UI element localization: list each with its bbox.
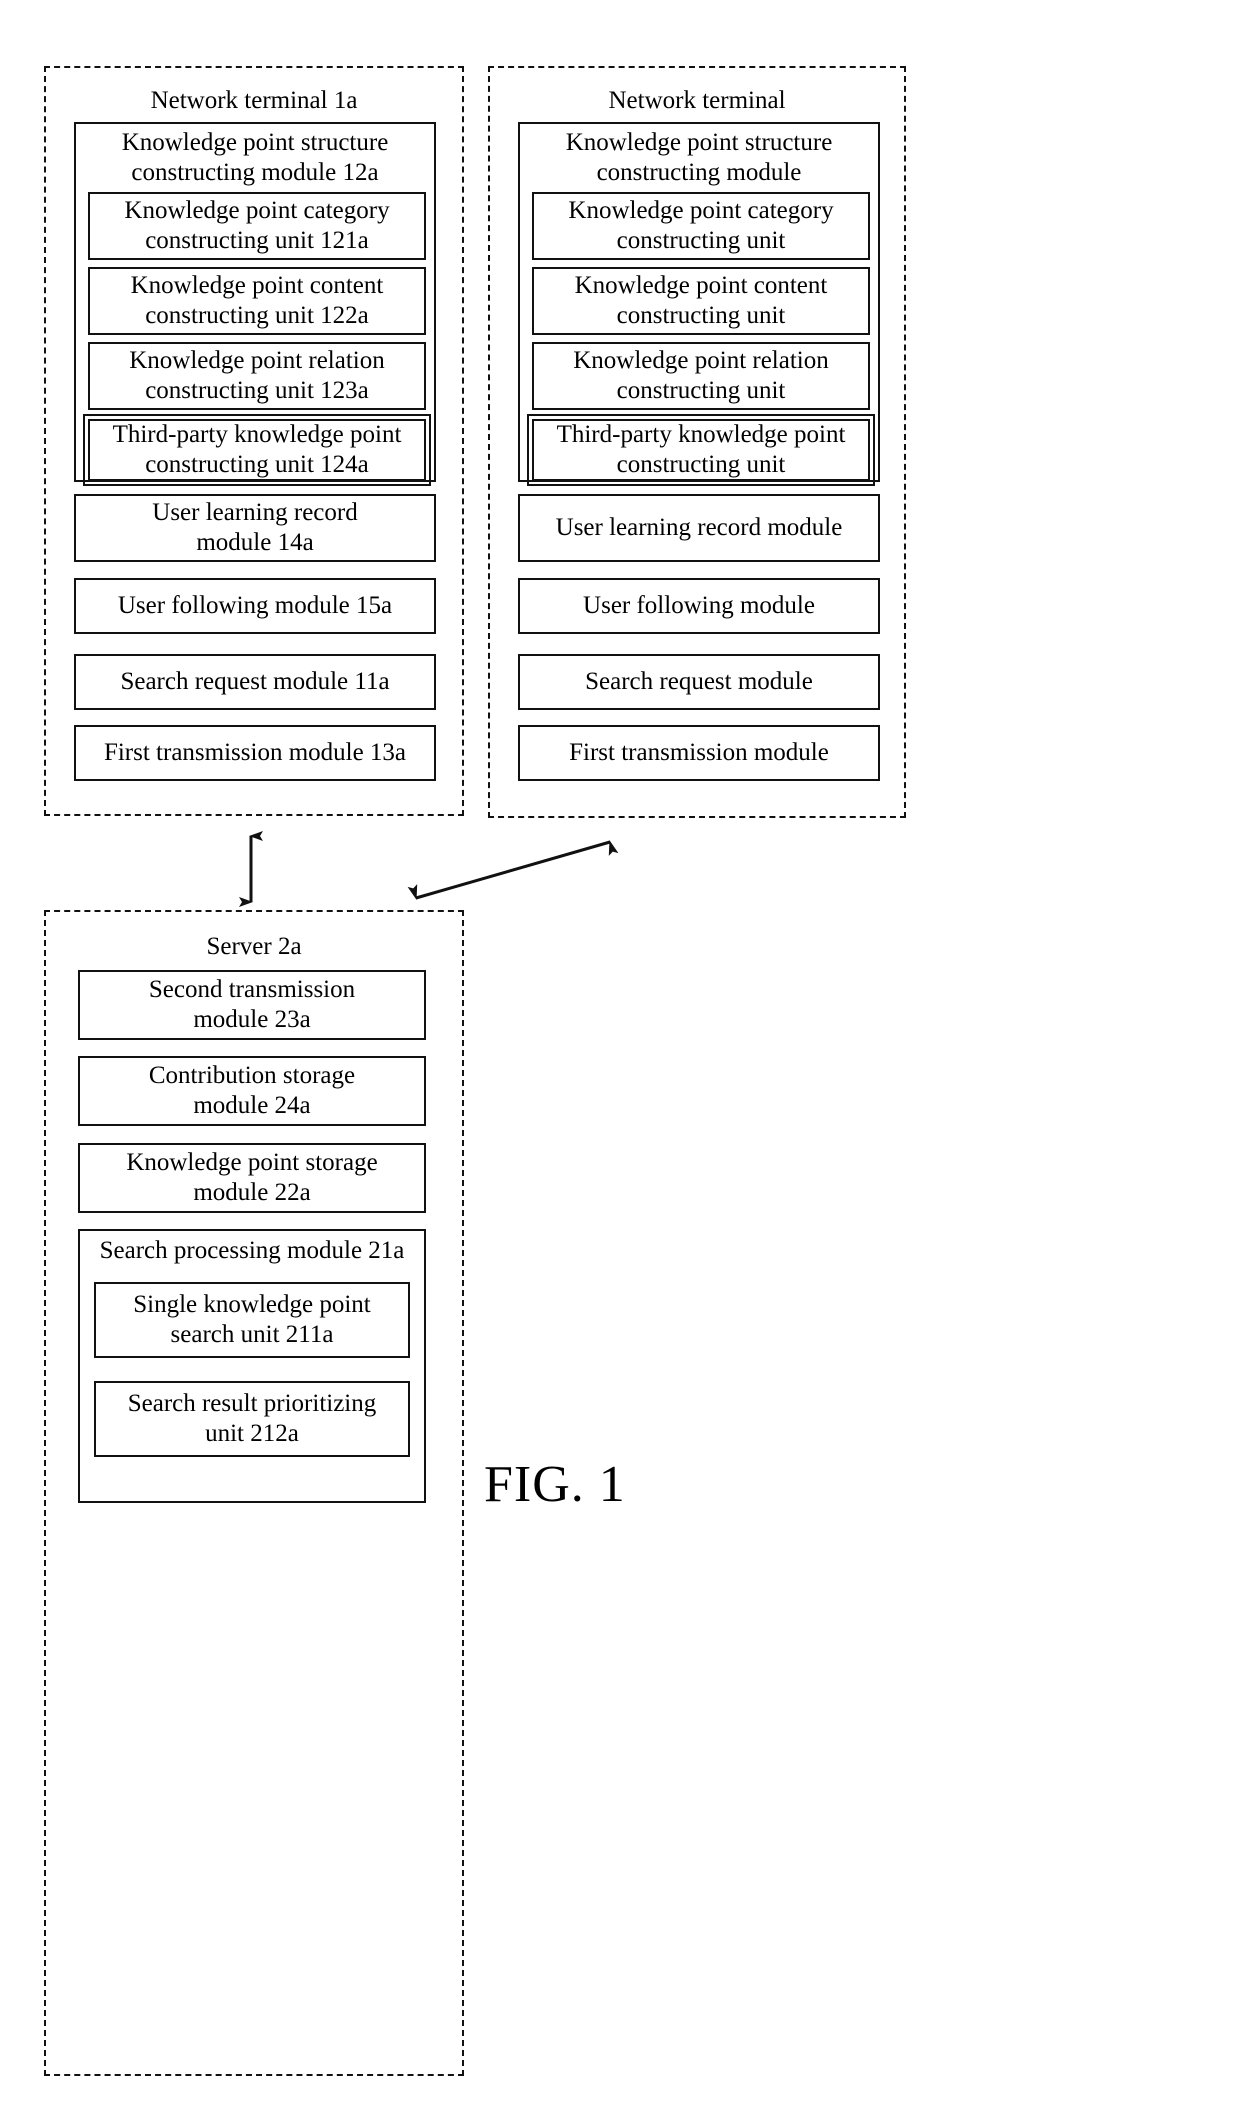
network-terminal-right-title: Network terminal — [608, 87, 786, 114]
search-processing-module-title: Search processing module 21a — [99, 1237, 405, 1264]
second-transmission-module-label: Second transmission module 23a — [148, 976, 356, 1033]
user-learning-record-module-right-label: User learning record module — [555, 514, 843, 541]
search-request-module-right-label: Search request module — [585, 668, 813, 695]
user-following-module-right: User following module — [518, 578, 880, 634]
knowledge-point-storage-module-label: Knowledge point storage module 22a — [126, 1149, 378, 1206]
knowledge-point-category-unit-left: Knowledge point category constructing un… — [88, 192, 426, 260]
double-headed-diagonal-arrow — [407, 840, 619, 900]
knowledge-point-content-unit-right: Knowledge point content constructing uni… — [532, 267, 870, 335]
user-learning-record-module-left: User learning record module 14a — [74, 494, 436, 562]
third-party-knowledge-point-unit-left-label: Third-party knowledge point constructing… — [112, 421, 402, 478]
user-learning-record-module-right: User learning record module — [518, 494, 880, 562]
figure-canvas: Network terminal 1a Knowledge point stru… — [0, 0, 1240, 2124]
knowledge-point-category-unit-right: Knowledge point category constructing un… — [532, 192, 870, 260]
contribution-storage-module-label: Contribution storage module 24a — [148, 1062, 356, 1119]
knowledge-point-content-unit-left-label: Knowledge point content constructing uni… — [130, 272, 384, 329]
first-transmission-module-left-label: First transmission module 13a — [103, 739, 407, 766]
third-party-knowledge-point-unit-right-label: Third-party knowledge point constructing… — [556, 421, 846, 478]
knowledge-point-storage-module: Knowledge point storage module 22a — [78, 1143, 426, 1213]
knowledge-point-structure-module-left-title-l1: Knowledge point structure — [121, 129, 389, 156]
server-title: Server 2a — [206, 933, 302, 960]
knowledge-point-category-unit-left-label: Knowledge point category constructing un… — [124, 197, 390, 254]
first-transmission-module-right: First transmission module — [518, 725, 880, 781]
knowledge-point-relation-unit-right: Knowledge point relation constructing un… — [532, 342, 870, 410]
figure-caption: FIG. 1 — [484, 1456, 626, 1513]
knowledge-point-structure-module-left-title-l2: constructing module 12a — [131, 159, 379, 186]
knowledge-point-structure-module-right-title-l1: Knowledge point structure — [565, 129, 833, 156]
user-learning-record-module-left-label: User learning record module 14a — [152, 499, 358, 556]
first-transmission-module-left: First transmission module 13a — [74, 725, 436, 781]
user-following-module-left-label: User following module 15a — [117, 592, 393, 619]
second-transmission-module: Second transmission module 23a — [78, 970, 426, 1040]
single-knowledge-point-search-unit: Single knowledge point search unit 211a — [94, 1282, 410, 1358]
search-result-prioritizing-unit-label: Search result prioritizing unit 212a — [127, 1390, 377, 1447]
single-knowledge-point-search-unit-label: Single knowledge point search unit 211a — [133, 1291, 371, 1348]
knowledge-point-relation-unit-left: Knowledge point relation constructing un… — [88, 342, 426, 410]
user-following-module-right-label: User following module — [583, 592, 815, 619]
contribution-storage-module: Contribution storage module 24a — [78, 1056, 426, 1126]
search-result-prioritizing-unit: Search result prioritizing unit 212a — [94, 1381, 410, 1457]
user-following-module-left: User following module 15a — [74, 578, 436, 634]
double-headed-vertical-arrow — [239, 831, 263, 907]
knowledge-point-structure-module-right-title-l2: constructing module — [596, 159, 802, 186]
knowledge-point-category-unit-right-label: Knowledge point category constructing un… — [568, 197, 834, 254]
search-request-module-right: Search request module — [518, 654, 880, 710]
search-request-module-left: Search request module 11a — [74, 654, 436, 710]
network-terminal-left-title: Network terminal 1a — [150, 87, 358, 114]
knowledge-point-relation-unit-right-label: Knowledge point relation constructing un… — [573, 347, 829, 404]
third-party-knowledge-point-unit-right: Third-party knowledge point constructing… — [527, 414, 875, 486]
search-processing-module — [78, 1229, 426, 1503]
knowledge-point-content-unit-left: Knowledge point content constructing uni… — [88, 267, 426, 335]
knowledge-point-relation-unit-left-label: Knowledge point relation constructing un… — [129, 347, 385, 404]
first-transmission-module-right-label: First transmission module — [569, 739, 829, 766]
search-request-module-left-label: Search request module 11a — [120, 668, 390, 695]
third-party-knowledge-point-unit-left: Third-party knowledge point constructing… — [83, 414, 431, 486]
knowledge-point-content-unit-right-label: Knowledge point content constructing uni… — [574, 272, 828, 329]
